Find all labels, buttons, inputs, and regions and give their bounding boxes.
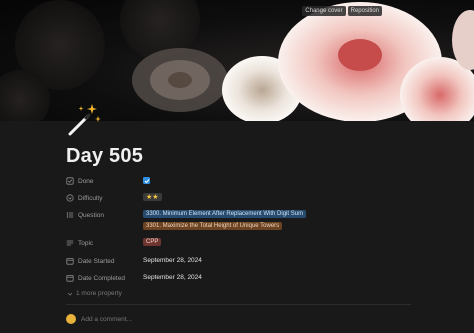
more-properties-toggle[interactable]: 1 more property <box>67 290 122 297</box>
question-tag[interactable]: 3301. Maximize the Total Height of Uniqu… <box>143 222 283 230</box>
more-properties-label: 1 more property <box>76 290 122 297</box>
page-title[interactable]: Day 505 <box>66 145 143 168</box>
text-property-icon <box>66 240 74 246</box>
question-value-2[interactable]: 3301. Maximize the Total Height of Uniqu… <box>143 222 283 230</box>
avatar <box>66 314 76 324</box>
property-date-completed: Date Completed <box>66 272 125 284</box>
date-started-value[interactable]: September 28, 2024 <box>143 257 202 264</box>
change-cover-button[interactable]: Change cover <box>302 6 346 16</box>
topic-value[interactable]: CPP <box>143 238 162 246</box>
property-topic: Topic <box>66 237 93 249</box>
date-completed-value[interactable]: September 28, 2024 <box>143 274 202 281</box>
property-done: Done <box>66 175 94 187</box>
topic-tag[interactable]: CPP <box>143 238 162 246</box>
property-question: Question <box>66 209 104 221</box>
property-label-date-started: Date Started <box>78 257 115 265</box>
property-label-difficulty: Difficulty <box>78 194 103 202</box>
comment-box[interactable]: Add a comment... <box>66 314 132 324</box>
check-icon <box>144 178 149 183</box>
done-checkbox[interactable] <box>143 177 150 184</box>
difficulty-tag[interactable]: ★★ <box>143 193 162 201</box>
calendar-icon <box>66 274 74 282</box>
divider <box>66 304 411 305</box>
question-tag[interactable]: 3300. Minimum Element After Replacement … <box>143 210 307 218</box>
question-value[interactable]: 3300. Minimum Element After Replacement … <box>143 210 307 218</box>
property-date-started: Date Started <box>66 255 115 267</box>
checkbox-property-icon <box>66 177 74 185</box>
magic-wand-icon[interactable] <box>64 100 104 140</box>
done-checkbox-value[interactable] <box>143 177 150 184</box>
reposition-button[interactable]: Reposition <box>347 6 382 16</box>
select-property-icon <box>66 194 74 202</box>
property-label-question: Question <box>78 211 105 219</box>
comment-input[interactable]: Add a comment... <box>81 316 132 323</box>
property-label-topic: Topic <box>78 239 94 247</box>
cover-actions: Change cover Reposition <box>302 6 382 16</box>
property-difficulty: Difficulty <box>66 192 102 204</box>
multi-select-property-icon <box>66 212 74 218</box>
property-label-date-completed: Date Completed <box>78 274 125 282</box>
difficulty-value[interactable]: ★★ <box>143 193 162 201</box>
property-label-done: Done <box>78 177 94 185</box>
chevron-down-icon <box>67 292 73 296</box>
calendar-icon <box>66 257 74 265</box>
